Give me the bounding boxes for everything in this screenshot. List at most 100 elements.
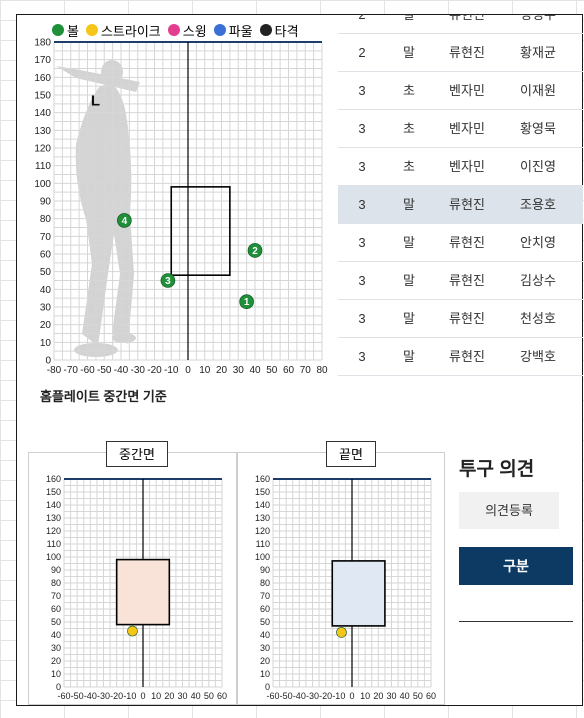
table-cell-half: 말 — [403, 235, 415, 250]
y-tick-label: 160 — [255, 474, 270, 484]
y-tick-label: 130 — [46, 513, 61, 523]
table-row[interactable]: 3 말 류현진 안치영 — [338, 224, 583, 262]
y-tick-label: 100 — [46, 552, 61, 562]
x-tick-label: -80 — [47, 365, 62, 376]
table-cell-inning: 2 — [358, 14, 366, 22]
table-cell-half: 말 — [403, 14, 415, 22]
y-tick-label: 20 — [260, 656, 270, 666]
chart-xlabel: 홈플레이트 중간면 기준 — [40, 389, 167, 404]
table-row[interactable]: 3 말 류현진 천성호 — [338, 300, 583, 338]
table-cell-inning: 3 — [358, 83, 366, 98]
table-cell-pitcher: 류현진 — [449, 311, 485, 326]
y-tick-label: 20 — [51, 656, 61, 666]
x-tick-label: 0 — [140, 691, 145, 701]
y-tick-label: 10 — [260, 669, 270, 679]
y-tick-label: 40 — [40, 285, 52, 296]
y-tick-label: 80 — [51, 578, 61, 588]
y-tick-label: 120 — [255, 526, 270, 536]
y-tick-label: 110 — [256, 539, 270, 549]
y-tick-label: 160 — [34, 73, 51, 84]
y-tick-label: 130 — [255, 513, 270, 523]
opinion-category-header: 구분 — [459, 547, 573, 585]
x-tick-label: 70 — [300, 365, 312, 376]
table-cell-inning: 3 — [358, 273, 366, 288]
table-cell-inning: 3 — [358, 235, 366, 250]
y-tick-label: 70 — [40, 232, 52, 243]
x-tick-label: -30 — [306, 691, 319, 701]
middle-plane-title: 중간면 — [106, 441, 168, 467]
y-tick-label: 90 — [51, 565, 61, 575]
table-row[interactable]: 3 초 벤자민 황영묵 — [338, 110, 583, 148]
table-cell-pitcher: 류현진 — [449, 349, 485, 364]
pitch-opinion-title: 투구 의견 — [459, 459, 535, 480]
y-tick-label: 80 — [40, 214, 52, 225]
y-tick-label: 140 — [46, 500, 61, 510]
pitch-point: 3 — [160, 273, 176, 288]
x-tick-label: 10 — [151, 691, 161, 701]
table-cell-pitcher: 벤자민 — [449, 121, 485, 136]
batter-silhouette-part — [112, 333, 136, 343]
y-tick-label: 90 — [260, 565, 270, 575]
pitch-point — [127, 625, 138, 637]
x-tick-label: 10 — [360, 691, 370, 701]
table-cell-half: 말 — [403, 311, 415, 326]
x-tick-label: -40 — [293, 691, 306, 701]
x-tick-label: -20 — [319, 691, 332, 701]
table-cell-batter: 김상수 — [520, 273, 556, 288]
x-tick-label: 50 — [413, 691, 423, 701]
table-row[interactable]: 2 말 류현진 황재균 — [338, 34, 583, 72]
register-opinion-button[interactable]: 의견등록 — [459, 492, 559, 529]
y-tick-label: 50 — [51, 617, 61, 627]
table-row[interactable]: 3 초 벤자민 이진영 — [338, 148, 583, 186]
end-plane-title: 끝면 — [326, 441, 376, 467]
at-bat-table: 2 말 류현진 정병수 2 말 류현진 황재균 3 초 벤자민 이재원 3 초 벤자민 황영묵 3 초 벤자민 이진영… — [338, 14, 583, 386]
table-cell-half: 초 — [403, 83, 415, 98]
pitch-point-marker — [127, 625, 138, 637]
y-tick-label: 10 — [51, 669, 61, 679]
y-tick-label: 10 — [40, 338, 52, 349]
table-cell-batter: 황재균 — [520, 45, 556, 60]
strike-zone — [331, 560, 386, 627]
y-tick-label: 80 — [260, 578, 270, 588]
pitch-point: 2 — [247, 243, 263, 258]
y-tick-label: 100 — [34, 179, 51, 190]
y-tick-label: 140 — [255, 500, 270, 510]
x-tick-label: -60 — [266, 691, 279, 701]
y-tick-label: 60 — [260, 604, 270, 614]
x-tick-label: 50 — [266, 365, 278, 376]
strike-zone — [115, 558, 171, 626]
main-pitch-location-chart: 0102030405060708090100110120130140150160… — [34, 38, 328, 377]
table-cell-half: 초 — [403, 121, 415, 136]
x-tick-label: 10 — [199, 365, 211, 376]
x-tick-label: 20 — [216, 365, 228, 376]
x-tick-label: 60 — [217, 691, 227, 701]
table-row[interactable]: 3 초 벤자민 이재원 — [338, 72, 583, 110]
y-tick-label: 100 — [255, 552, 270, 562]
pitch-point-marker — [336, 627, 347, 638]
x-tick-label: -40 — [84, 691, 97, 701]
y-tick-label: 90 — [40, 197, 52, 208]
x-tick-label: -10 — [164, 365, 179, 376]
y-tick-label: 30 — [51, 643, 61, 653]
y-tick-label: 110 — [35, 161, 51, 172]
x-tick-label: 50 — [204, 691, 214, 701]
x-tick-label: -70 — [64, 365, 79, 376]
table-row[interactable]: 2 말 류현진 정병수 — [338, 14, 583, 34]
table-row[interactable]: 3 말 류현진 강백호 — [338, 338, 583, 376]
table-cell-half: 말 — [403, 197, 415, 212]
table-cell-batter: 천성호 — [520, 311, 556, 326]
x-tick-label: -50 — [71, 691, 84, 701]
y-tick-label: 30 — [40, 303, 52, 314]
y-tick-label: 150 — [46, 487, 61, 497]
x-tick-label: 60 — [426, 691, 436, 701]
end-plane-chart: 0102030405060708090100110120130140150160… — [255, 474, 436, 701]
table-row[interactable]: 3 말 류현진 김상수 — [338, 262, 583, 300]
x-tick-label: -60 — [80, 365, 95, 376]
table-row[interactable]: 3 말 류현진 조용호 — [338, 186, 583, 224]
table-cell-batter: 강백호 — [520, 349, 556, 364]
x-tick-label: 80 — [316, 365, 328, 376]
x-tick-label: -50 — [280, 691, 293, 701]
y-tick-label: 50 — [260, 617, 270, 627]
y-tick-label: 150 — [255, 487, 270, 497]
y-tick-label: 170 — [34, 55, 51, 66]
